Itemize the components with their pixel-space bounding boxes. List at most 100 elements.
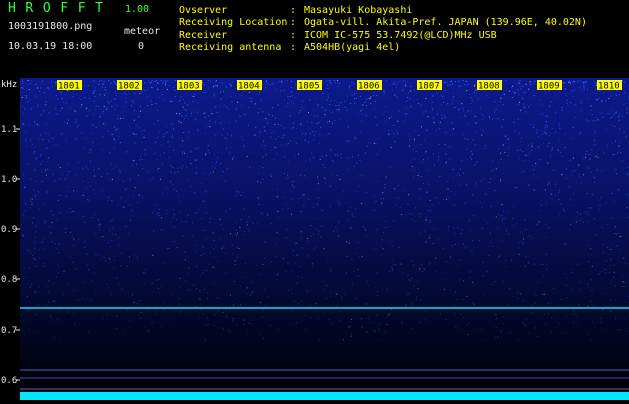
noise-dot bbox=[402, 90, 403, 91]
noise-dot bbox=[596, 85, 597, 86]
noise-dot bbox=[235, 234, 236, 235]
noise-dot bbox=[102, 149, 103, 150]
noise-dot bbox=[218, 261, 219, 262]
noise-dot bbox=[480, 107, 481, 108]
noise-dot bbox=[86, 187, 87, 188]
noise-dot bbox=[115, 83, 116, 84]
noise-dot bbox=[524, 92, 525, 93]
noise-dot bbox=[410, 280, 411, 281]
noise-dot bbox=[622, 286, 623, 287]
noise-dot bbox=[134, 134, 135, 135]
noise-dot bbox=[602, 227, 603, 228]
info-value: Ogata-vill. Akita-Pref. JAPAN (139.96E, … bbox=[304, 17, 587, 29]
noise-dot bbox=[172, 135, 173, 136]
noise-dot bbox=[395, 94, 396, 95]
noise-dot bbox=[590, 301, 591, 302]
noise-dot bbox=[355, 208, 356, 209]
noise-dot bbox=[588, 287, 589, 288]
noise-dot bbox=[434, 229, 435, 230]
noise-dot bbox=[144, 137, 145, 138]
noise-dot bbox=[115, 166, 116, 167]
noise-dot bbox=[574, 314, 575, 315]
noise-dot bbox=[585, 212, 586, 213]
noise-dot bbox=[277, 329, 278, 330]
noise-dot bbox=[114, 109, 115, 110]
noise-dot bbox=[501, 215, 502, 216]
noise-dot bbox=[60, 195, 61, 196]
noise-dot bbox=[284, 135, 285, 136]
noise-dot bbox=[188, 261, 189, 262]
noise-dot bbox=[571, 269, 572, 270]
noise-dot bbox=[106, 109, 107, 110]
noise-dot bbox=[573, 205, 574, 206]
noise-dot bbox=[151, 104, 152, 105]
noise-dot bbox=[311, 153, 312, 154]
noise-dot bbox=[555, 132, 556, 133]
noise-dot bbox=[618, 329, 619, 330]
noise-dot bbox=[328, 275, 329, 276]
noise-dot bbox=[600, 318, 601, 319]
noise-dot bbox=[377, 291, 378, 292]
noise-dot bbox=[577, 212, 578, 213]
noise-dot bbox=[531, 150, 532, 151]
noise-dot bbox=[485, 145, 486, 146]
noise-dot bbox=[461, 229, 462, 230]
noise-dot bbox=[501, 240, 502, 241]
noise-dot bbox=[100, 259, 101, 260]
noise-dot bbox=[243, 192, 244, 193]
noise-dot bbox=[272, 107, 273, 108]
noise-dot bbox=[74, 290, 75, 291]
noise-dot bbox=[386, 316, 387, 317]
noise-dot bbox=[358, 242, 359, 243]
noise-dot bbox=[570, 187, 571, 188]
noise-dot bbox=[354, 166, 355, 167]
noise-dot bbox=[64, 271, 65, 272]
noise-dot bbox=[203, 273, 204, 274]
noise-dot bbox=[571, 175, 572, 176]
noise-dot bbox=[620, 236, 621, 237]
noise-dot bbox=[476, 162, 477, 163]
noise-dot bbox=[610, 249, 611, 250]
noise-dot bbox=[95, 81, 96, 82]
noise-dot bbox=[67, 312, 68, 313]
noise-dot bbox=[102, 86, 103, 87]
info-separator: : bbox=[290, 5, 304, 17]
noise-dot bbox=[105, 260, 106, 261]
noise-dot bbox=[34, 190, 35, 191]
app-version: 1.00 bbox=[125, 4, 149, 15]
noise-dot bbox=[347, 256, 348, 257]
noise-dot bbox=[406, 113, 407, 114]
noise-dot bbox=[130, 178, 131, 179]
noise-dot bbox=[54, 337, 55, 338]
noise-dot bbox=[135, 187, 136, 188]
noise-dot bbox=[74, 323, 75, 324]
noise-dot bbox=[46, 304, 47, 305]
noise-dot bbox=[259, 108, 260, 109]
noise-dot bbox=[472, 240, 473, 241]
noise-dot bbox=[594, 132, 595, 133]
noise-dot bbox=[147, 310, 148, 311]
noise-dot bbox=[615, 113, 616, 114]
noise-dot bbox=[195, 306, 196, 307]
noise-dot bbox=[294, 301, 295, 302]
noise-dot bbox=[251, 98, 252, 99]
noise-dot bbox=[165, 80, 166, 81]
noise-dot bbox=[311, 161, 312, 162]
noise-dot bbox=[509, 91, 510, 92]
noise-dot bbox=[88, 169, 89, 170]
noise-dot bbox=[86, 166, 87, 167]
noise-dot bbox=[116, 95, 117, 96]
noise-dot bbox=[548, 314, 549, 315]
y-tick-label: 1.0 bbox=[1, 175, 17, 185]
noise-dot bbox=[451, 191, 452, 192]
noise-dot bbox=[455, 81, 456, 82]
noise-dot bbox=[24, 210, 25, 211]
noise-dot bbox=[271, 150, 272, 151]
noise-dot bbox=[31, 284, 32, 285]
noise-dot bbox=[588, 154, 589, 155]
noise-dot bbox=[426, 130, 427, 131]
noise-dot bbox=[278, 136, 279, 137]
noise-dot bbox=[31, 201, 32, 202]
noise-dot bbox=[266, 81, 267, 82]
noise-dot bbox=[115, 99, 116, 100]
